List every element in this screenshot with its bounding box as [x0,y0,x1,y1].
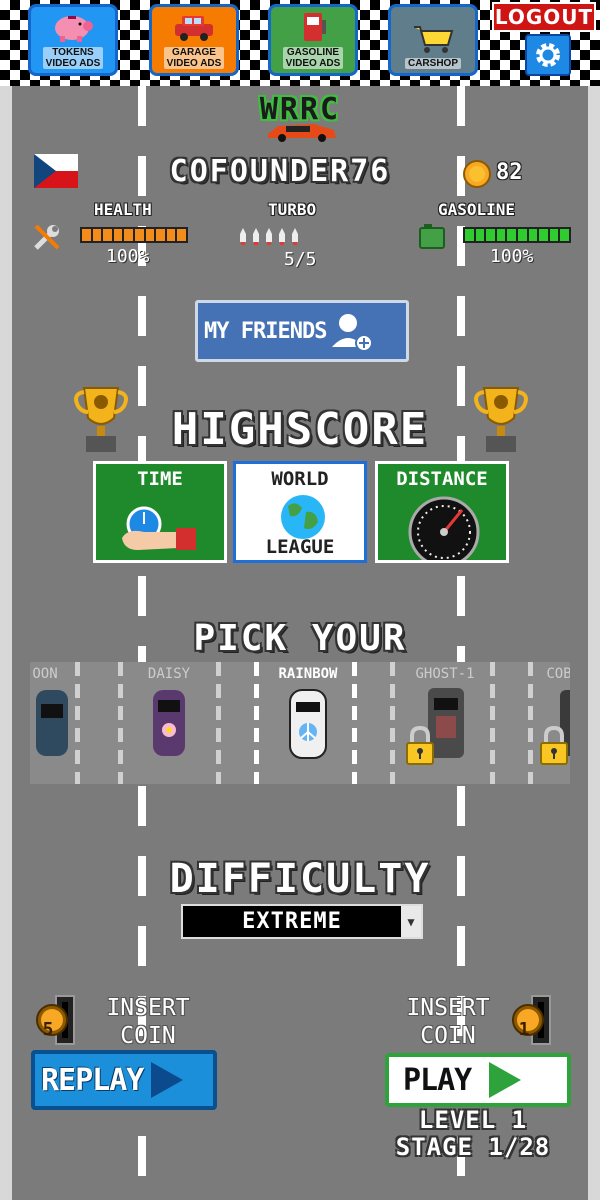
health-bar [80,227,188,243]
garage-video-ads-button[interactable]: GARAGE VIDEO ADS [149,4,239,76]
difficulty-select[interactable]: EXTREME ▼ [181,904,423,939]
coin-icon [463,160,491,188]
chevron-down-icon: ▼ [401,906,421,937]
car-rainbow-sprite [289,689,327,759]
trophy-left-icon [74,387,128,452]
difficulty-value: EXTREME [242,909,342,934]
distance-caption: DISTANCE [396,468,488,490]
car-name: GHOST-1 [415,666,475,682]
wrench-icon [34,224,60,250]
car-oon-sprite [36,690,68,756]
car-daisy-sprite [153,690,185,756]
car-option-rainbow-selected[interactable]: RAINBOW [253,662,363,784]
turbo-rockets-icon [240,228,298,245]
health-value: 100% [106,246,150,267]
piggy-bank-icon [55,16,93,42]
stopwatch-hand-icon [122,506,196,550]
coin-count: 82 [496,160,523,185]
car-name: COB [546,666,570,682]
carshop-label: CARSHOP [404,58,461,69]
turbo-value: 5/5 [284,249,317,270]
replay-insert-coin-text: INSERT COIN [106,995,190,1049]
replay-label: REPLAY [41,1062,144,1098]
world-league-highscore-button[interactable]: WORLD LEAGUE [233,461,367,563]
gasoline-value: 100% [490,246,534,267]
car-name: DAISY [147,666,191,682]
gasoline-label: GASOLINE VIDEO ADS [282,47,344,69]
fuel-pump-icon [304,13,326,41]
distance-highscore-button[interactable]: DISTANCE [375,461,509,563]
speedometer-icon [408,496,480,560]
my-friends-label: MY FRIENDS [204,318,327,344]
difficulty-title: DIFFICULTY [169,856,431,902]
my-friends-button[interactable]: MY FRIENDS [195,300,409,362]
car-carousel[interactable]: OON DAISY RAINBOW GHOST-1 COB [30,662,570,784]
settings-button[interactable] [525,34,571,76]
time-highscore-button[interactable]: TIME [93,461,227,563]
gasoline-bar [463,227,571,243]
lock-icon [406,726,434,765]
carshop-button[interactable]: CARSHOP [388,4,478,76]
garage-car-icon [175,16,213,41]
add-friend-icon [332,314,374,352]
play-arrow-icon [489,1062,522,1098]
play-insert-coin-text: INSERT COIN [406,995,490,1049]
car-option-daisy[interactable]: DAISY [114,662,224,784]
play-label: PLAY [403,1062,472,1098]
league-caption: LEAGUE [265,536,335,558]
logout-button[interactable]: LOGOUT [492,2,596,32]
road-edge-right [588,86,600,1200]
lock-icon [540,726,568,765]
trophy-right-icon [474,387,528,452]
garage-label: GARAGE VIDEO ADS [163,47,225,69]
level-label: LEVEL 1 [418,1106,528,1134]
health-label: HEALTH [94,200,152,219]
time-caption: TIME [137,468,183,490]
replay-button[interactable]: REPLAY [31,1050,217,1110]
car-option-oon[interactable]: OON [30,662,100,784]
player-name: COFOUNDER76 [169,154,391,189]
czech-flag-icon [34,154,78,188]
turbo-label: TURBO [268,200,317,219]
play-button[interactable]: PLAY [385,1053,571,1107]
road-edge-left [0,86,12,1200]
gear-icon [536,43,560,67]
tokens-label: TOKENS VIDEO ADS [42,47,104,69]
car-option-cob-locked[interactable]: COB [528,662,570,784]
car-name: OON [32,666,58,682]
stage-label: STAGE 1/28 [395,1133,551,1161]
gasoline-video-ads-button[interactable]: GASOLINE VIDEO ADS [268,4,358,76]
play-coin-cost: 1 [518,1019,530,1040]
replay-coin-cost: 5 [42,1019,54,1040]
logo-car-icon [268,124,336,142]
shopping-cart-icon [414,26,454,53]
gasoline-label: GASOLINE [438,200,516,219]
car-name: RAINBOW [278,666,338,682]
car-option-ghost-1-locked[interactable]: GHOST-1 [390,662,500,784]
gas-can-icon [419,224,445,249]
world-caption: WORLD [271,468,329,490]
play-arrow-icon [151,1062,184,1098]
globe-icon [281,495,325,539]
highscore-title: HIGHSCORE [171,404,429,455]
tokens-video-ads-button[interactable]: TOKENS VIDEO ADS [28,4,118,76]
